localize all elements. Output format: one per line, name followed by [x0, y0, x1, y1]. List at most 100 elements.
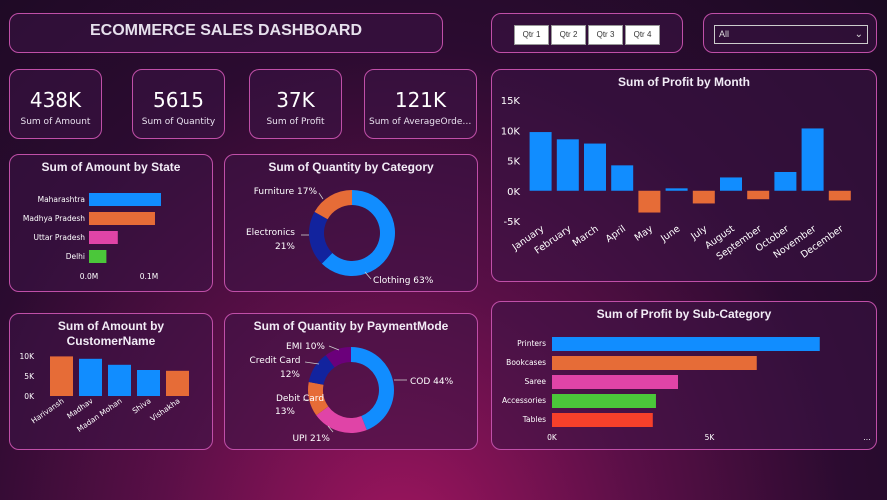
- category-label: Madhya Pradesh: [23, 214, 85, 223]
- filter-selected-value: All: [719, 29, 730, 39]
- bar: [556, 139, 579, 191]
- amount-by-state-card: Sum of Amount by State Maharashtra Madhya…: [9, 154, 213, 292]
- qtr-2-button[interactable]: Qtr 2: [551, 25, 586, 45]
- kpi-value: 438K: [29, 88, 82, 112]
- tick-label: 0.0M: [80, 272, 98, 281]
- slice-label: Debit Card: [276, 394, 324, 404]
- slice-label: Electronics: [246, 228, 295, 238]
- bar: [611, 165, 634, 191]
- donut-slice: [309, 211, 333, 264]
- bar: [108, 364, 131, 396]
- bar: [584, 143, 606, 191]
- tick-label: 0K: [547, 433, 558, 442]
- bar: [50, 356, 73, 396]
- quarter-slicer: Qtr 1 Qtr 2 Qtr 3 Qtr 4: [491, 13, 683, 53]
- category-label: Uttar Pradesh: [33, 233, 85, 242]
- tick-label: 10K: [20, 352, 36, 361]
- slice-label: Furniture 17%: [254, 187, 318, 197]
- bar: [89, 231, 118, 244]
- chevron-down-icon: ⌄: [854, 29, 863, 40]
- kpi-card-quantity: 5615 Sum of Quantity: [132, 69, 225, 139]
- slice-label: Credit Card: [250, 356, 301, 366]
- filter-slicer: All ⌄: [703, 13, 877, 53]
- tick-label: 5K: [24, 372, 35, 381]
- profit-by-month-card: Sum of Profit by Month 15K 10K 5K 0K -5K Janu…: [491, 69, 877, 282]
- quantity-by-paymentmode-card: Sum of Quantity by PaymentMode COD 44% UP…: [224, 313, 478, 450]
- amount-by-state-chart: Maharashtra Madhya Pradesh Uttar Pradesh De…: [23, 193, 161, 281]
- leader-line: [318, 192, 324, 200]
- kpi-card-amount: 438K Sum of Amount: [9, 69, 102, 139]
- category-label: Delhi: [66, 252, 85, 261]
- profit-by-subcategory-chart: Printers Bookcases Saree Accessories Tables0…: [502, 337, 871, 442]
- slice-label: COD 44%: [410, 377, 454, 387]
- leader-line: [328, 345, 340, 351]
- slice-label: 13%: [275, 407, 295, 417]
- bar: [89, 250, 107, 263]
- bar: [552, 413, 653, 427]
- tick-label: 5K: [507, 157, 520, 168]
- bar: [89, 212, 155, 225]
- bar: [828, 190, 851, 201]
- tick-label: 10K: [501, 126, 521, 137]
- category-label: Saree: [524, 377, 546, 386]
- filter-dropdown[interactable]: All ⌄: [714, 25, 868, 44]
- category-label: Printers: [517, 339, 546, 348]
- category-label: Maharashtra: [38, 195, 85, 204]
- tick-label: 0.1M: [140, 272, 158, 281]
- tick-label: 15K: [501, 96, 521, 107]
- slice-label: 12%: [280, 370, 300, 380]
- kpi-label: Sum of AverageOrder...: [369, 117, 474, 127]
- category-label: Shiva: [131, 396, 153, 415]
- bar: [552, 375, 678, 389]
- kpi-value: 37K: [276, 88, 315, 112]
- bar: [720, 177, 742, 191]
- tick-label: ...: [863, 433, 870, 442]
- kpi-label: Sum of Quantity: [141, 117, 216, 127]
- bar: [801, 128, 824, 191]
- bar: [774, 171, 797, 191]
- title-card: ECOMMERCE SALES DASHBOARD: [9, 13, 443, 53]
- slice-label: 21%: [275, 242, 295, 252]
- category-label: Accessories: [502, 396, 546, 405]
- amount-by-customer-card: Sum of Amount by CustomerName 10K 5K 0K Har…: [9, 313, 213, 450]
- bar: [529, 132, 552, 191]
- category-label: May: [633, 223, 656, 243]
- category-label: Tables: [522, 415, 546, 424]
- category-label: April: [604, 223, 628, 244]
- category-label: Vishakha: [149, 396, 182, 423]
- qtr-4-button[interactable]: Qtr 4: [625, 25, 660, 45]
- profit-by-subcategory-card: Sum of Profit by Sub-Category Printers Bo…: [491, 301, 877, 450]
- leader-line: [364, 271, 372, 280]
- quantity-by-category-chart: Clothing 63% Electronics 21% Furniture 17%: [246, 187, 434, 286]
- bar: [552, 337, 820, 351]
- profit-by-month-chart: 15K10K5K0K-5KJanuaryFebruaryMarch April Ma…: [501, 96, 851, 263]
- bar: [747, 190, 770, 200]
- kpi-card-profit: 37K Sum of Profit: [249, 69, 342, 139]
- donut-slice: [316, 406, 367, 433]
- tick-label: 0K: [507, 187, 520, 198]
- tick-label: 5K: [705, 433, 716, 442]
- kpi-value: 121K: [394, 88, 447, 112]
- category-label: March: [571, 223, 601, 249]
- kpi-label: Sum of Profit: [266, 117, 325, 127]
- bar: [665, 188, 688, 191]
- slice-label: EMI 10%: [286, 342, 325, 352]
- quantity-by-paymentmode-chart: COD 44% UPI 21% Debit Card 13% Credit Card 12…: [250, 342, 454, 444]
- kpi-value: 5615: [153, 88, 204, 112]
- quantity-by-category-card: Sum of Quantity by Category Clothing 63%…: [224, 154, 478, 292]
- tick-label: 0K: [24, 392, 35, 401]
- dashboard-title: ECOMMERCE SALES DASHBOARD: [89, 22, 362, 39]
- kpi-label: Sum of Amount: [20, 117, 91, 127]
- qtr-3-button[interactable]: Qtr 3: [588, 25, 623, 45]
- bar: [79, 358, 102, 396]
- qtr-1-button[interactable]: Qtr 1: [514, 25, 549, 45]
- category-label: Harivansh: [29, 396, 65, 425]
- category-label: Bookcases: [506, 358, 546, 367]
- bar: [137, 370, 160, 396]
- bar: [692, 190, 715, 204]
- bar: [89, 193, 161, 206]
- bar: [166, 370, 189, 396]
- slice-label: Clothing 63%: [373, 276, 434, 286]
- bar: [552, 356, 757, 370]
- amount-by-customer-chart: 10K5K0KHarivansh MadhavMadan Mohan ShivaVi…: [20, 352, 189, 434]
